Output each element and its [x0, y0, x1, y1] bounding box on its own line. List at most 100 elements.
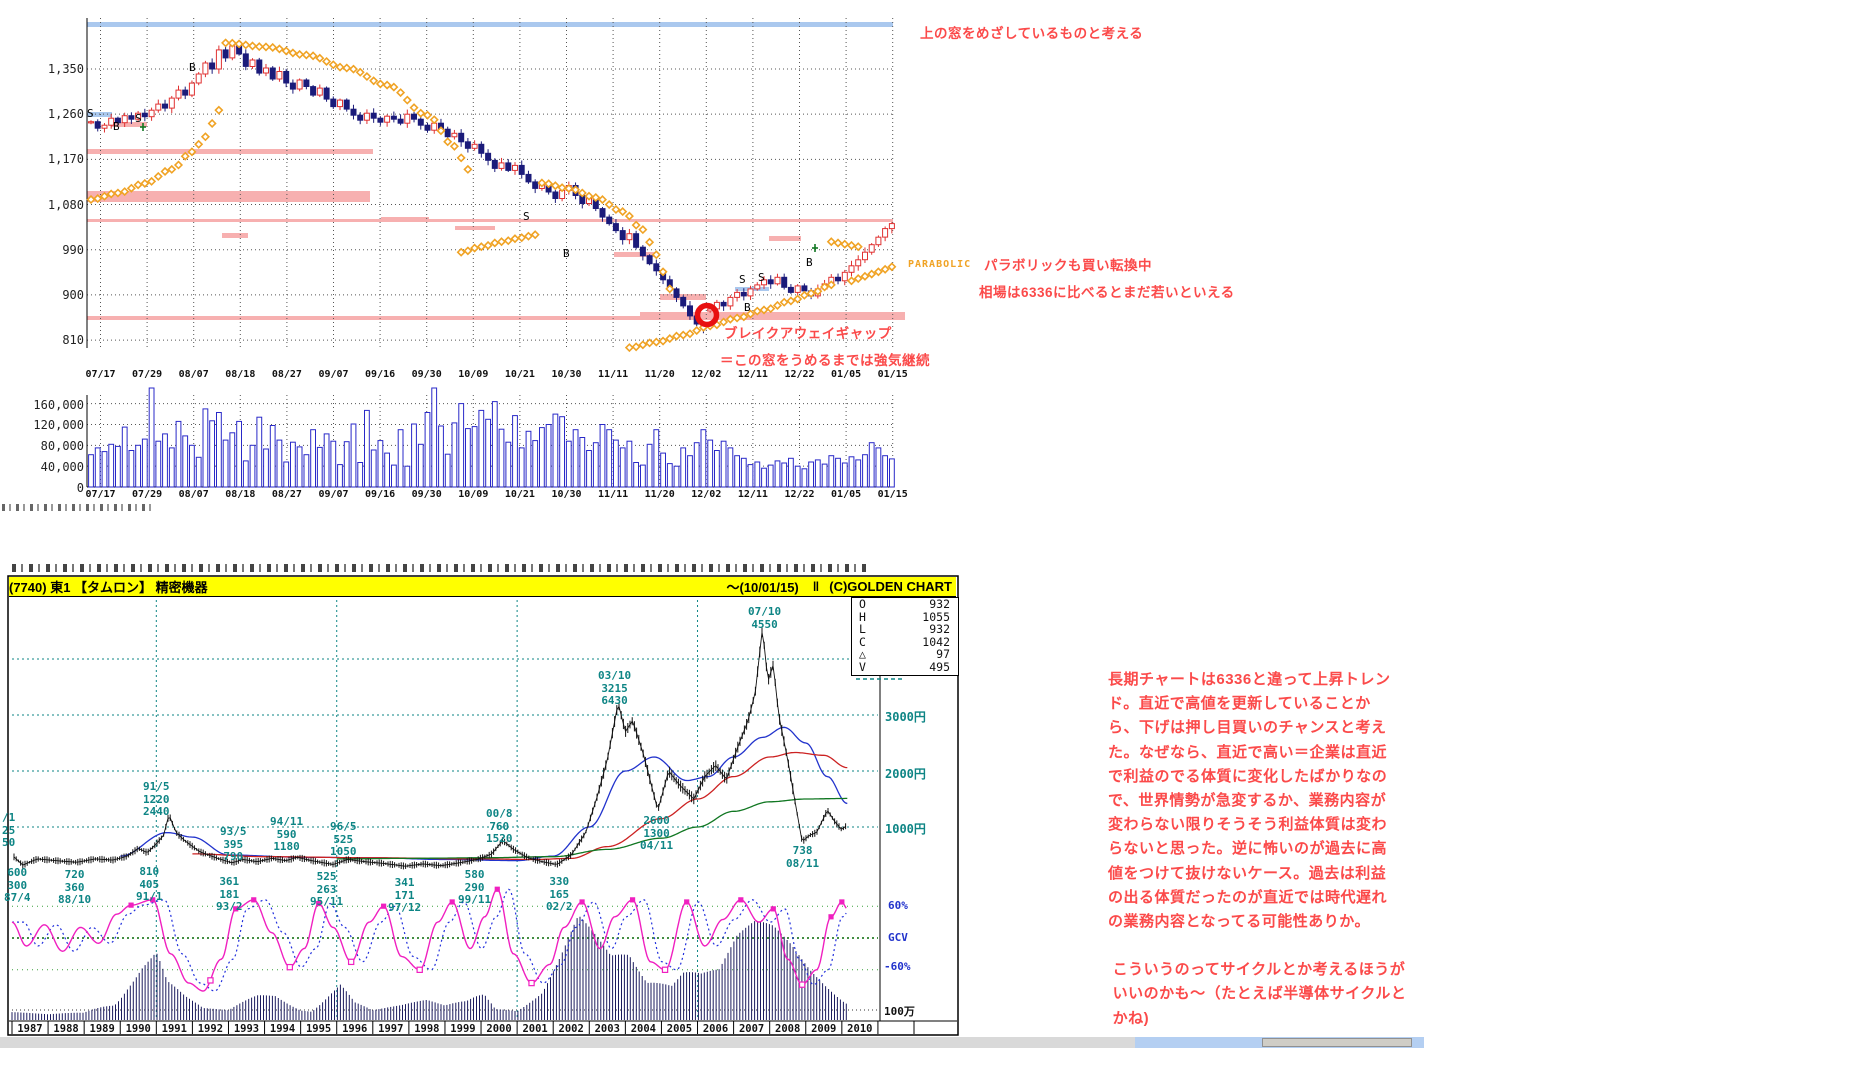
year-tick-label: 1993: [228, 1023, 264, 1035]
date-axis-tick-label: 12/11: [731, 369, 775, 380]
stock-title: (7740) 東1 【タムロン】 精密機器: [9, 577, 208, 596]
year-tick-label: 1996: [337, 1023, 373, 1035]
date-axis-tick-label: 10/30: [545, 369, 589, 380]
cycle-price-annotation: 00/8 760 1520: [486, 808, 513, 846]
quote-key: O: [859, 598, 866, 611]
commentary-line: 値をつけて抜けないケース。過去は利益: [1108, 862, 1406, 886]
year-tick-label: 1990: [120, 1023, 156, 1035]
date-axis-tick-label: 10/30: [545, 489, 589, 500]
date-axis-tick-label: 11/11: [591, 489, 635, 500]
copyright: (C)GOLDEN CHART: [829, 579, 952, 594]
quote-row: L932: [852, 623, 958, 636]
horizontal-scrollbar-thumb[interactable]: [1262, 1038, 1412, 1047]
osc-label-minus60: -60%: [884, 960, 911, 973]
commentary-line: らないと思った。逆に怖いのが過去に高: [1108, 837, 1406, 861]
commentary-line: こういうのってサイクルとか考えるほうが: [1108, 958, 1406, 982]
cycle-price-annotation: 720 360 88/10: [58, 869, 91, 907]
date-axis-tick-label: 07/17: [79, 489, 123, 500]
year-tick-label: 1987: [12, 1023, 48, 1035]
date-axis-tick-label: 07/29: [125, 489, 169, 500]
year-tick-label: 2004: [625, 1023, 661, 1035]
analysis-commentary: 長期チャートは6336と違って上昇トレンド。直近で高値を更新していることから、下…: [1108, 668, 1406, 1031]
cycle-price-annotation: 07/10 4550: [748, 606, 781, 631]
cycle-price-annotation: 94/11 590 1180: [270, 816, 303, 854]
cycle-price-annotation: 738 08/11: [786, 845, 819, 870]
date-axis-tick-label: 11/11: [591, 369, 635, 380]
date-axis-tick-label: 10/21: [498, 489, 542, 500]
price-label-1000: 1000円: [885, 820, 926, 837]
date-axis-tick-label: 07/17: [79, 369, 123, 380]
volume-label-1man: 100万: [884, 1003, 915, 1019]
cycle-price-annotation: 361 181 93/2: [216, 876, 243, 914]
year-tick-label: 1995: [301, 1023, 337, 1035]
quote-row: O 932: [852, 598, 958, 611]
annotation-parabolic-1: パラボリックも買い転換中: [984, 254, 1152, 274]
date-axis-tick-label: 08/18: [218, 489, 262, 500]
date-axis-tick-label: 09/30: [405, 489, 449, 500]
golden-chart-header: (7740) 東1 【タムロン】 精密機器 〜(10/01/15) ‖ (C)G…: [9, 577, 956, 597]
year-tick-label: 2001: [517, 1023, 553, 1035]
y-axis-tick-label: 1,350: [24, 62, 84, 76]
svg-text:S: S: [739, 273, 746, 286]
y-axis-tick-label: 990: [24, 243, 84, 257]
cycle-price-annotation: 96/5 525 1050: [330, 821, 357, 859]
year-tick-label: 2009: [806, 1023, 842, 1035]
volume-axis-tick-label: 0: [24, 481, 84, 495]
svg-text:B: B: [806, 256, 813, 269]
quote-value: 932: [929, 598, 950, 611]
date-axis-tick-label: 01/15: [871, 369, 915, 380]
cycle-price-annotation: 2600 1300 04/11: [640, 815, 673, 853]
price-label-3000: 3000円: [885, 708, 926, 725]
chart-period: 〜(10/01/15): [727, 577, 799, 596]
annotation-breakaway-gap: ブレイクアウェイギャップ: [724, 322, 892, 342]
volume-axis-tick-label: 120,000: [24, 418, 84, 432]
date-axis-tick-label: 12/02: [684, 369, 728, 380]
quote-row: V 495: [852, 661, 958, 674]
year-tick-label: 1989: [84, 1023, 120, 1035]
date-axis-tick-label: 09/16: [358, 489, 402, 500]
commentary-line: [1108, 934, 1406, 958]
year-tick-label: 2010: [842, 1023, 878, 1035]
volume-axis-tick-label: 160,000: [24, 398, 84, 412]
date-axis-tick-label: 01/05: [824, 489, 868, 500]
date-axis-tick-label: 09/07: [312, 369, 356, 380]
cycle-price-annotation: 91/5 1220 2440: [143, 781, 170, 819]
date-axis-tick-label: 10/09: [451, 369, 495, 380]
cycle-price-annotation: 03/10 3215 6430: [598, 670, 631, 708]
year-tick-label: 1998: [409, 1023, 445, 1035]
y-axis-tick-label: 1,080: [24, 198, 84, 212]
osc-label-60: 60%: [888, 899, 908, 912]
date-axis-tick-label: 01/15: [871, 489, 915, 500]
svg-text:B: B: [113, 120, 120, 133]
osc-label-gcv: GCV: [888, 931, 908, 944]
year-tick-label: 2002: [553, 1023, 589, 1035]
year-tick-label: 2003: [589, 1023, 625, 1035]
commentary-line: 変わらない限りそうそう利益体質は変わ: [1108, 813, 1406, 837]
commentary-line: で、世界情勢が急変するか、業務内容が: [1108, 789, 1406, 813]
year-tick-label: 1988: [48, 1023, 84, 1035]
quote-value: 495: [929, 661, 950, 674]
y-axis-tick-label: 810: [24, 333, 84, 347]
year-tick-label: 2008: [770, 1023, 806, 1035]
svg-text:B: B: [563, 247, 570, 260]
date-axis-tick-label: 07/29: [125, 369, 169, 380]
date-axis-tick-label: 10/09: [451, 489, 495, 500]
quote-key: V: [859, 661, 866, 674]
quote-key: L: [859, 623, 866, 636]
price-label-2000: 2000円: [885, 765, 926, 782]
annotation-upper-window: 上の窓をめざしているものと考える: [920, 22, 1143, 42]
commentary-line: た。なぜなら、直近で高い＝企業は直近: [1108, 741, 1406, 765]
cutoff-text-top-chart: [2, 504, 152, 511]
year-tick-label: 2007: [734, 1023, 770, 1035]
svg-text:S: S: [135, 112, 142, 125]
date-axis-tick-label: 09/30: [405, 369, 449, 380]
cycle-price-annotation: 600 300 87/4: [4, 867, 31, 905]
cycle-price-annotation: 330 165 02/2: [546, 876, 573, 914]
cycle-price-annotation: 580 290 99/11: [458, 869, 491, 907]
date-axis-tick-label: 09/16: [358, 369, 402, 380]
date-axis-tick-label: 12/02: [684, 489, 728, 500]
commentary-line: で利益のでる体質に変化したばかりなの: [1108, 765, 1406, 789]
commentary-line: ら、下げは押し目買いのチャンスと考え: [1108, 716, 1406, 740]
year-tick-label: 1992: [192, 1023, 228, 1035]
date-axis-tick-label: 08/27: [265, 489, 309, 500]
